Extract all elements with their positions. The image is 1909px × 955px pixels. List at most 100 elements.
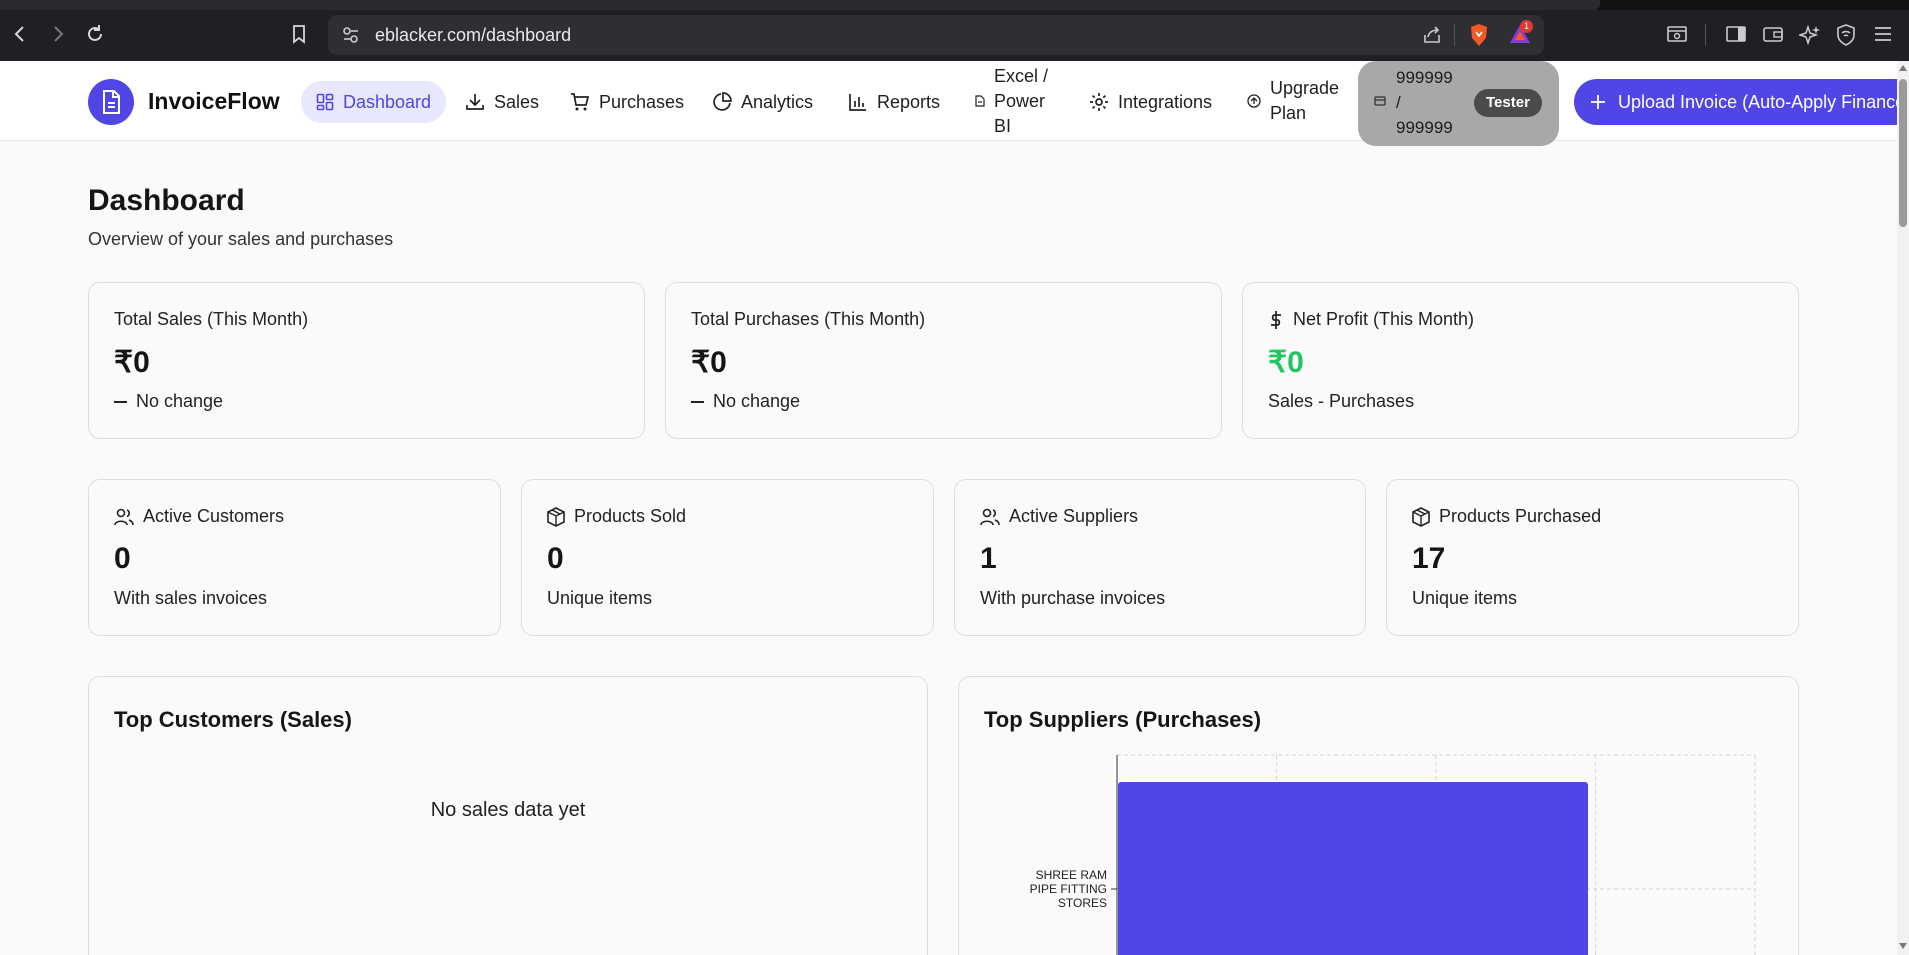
nav-label-line: Upgrade: [1270, 78, 1340, 98]
nav-reports[interactable]: Reports: [848, 81, 940, 123]
panel-title: Top Suppliers (Purchases): [984, 707, 1262, 732]
nav-purchases[interactable]: Purchases: [570, 81, 684, 123]
upgrade-icon: [1247, 94, 1261, 108]
reader-mode-icon[interactable]: [1666, 24, 1688, 49]
card-foot-text: No change: [136, 391, 224, 411]
brave-shields-icon[interactable]: [1468, 23, 1490, 52]
upload-invoice-label: Upload Invoice (Auto-Apply Finance: [1618, 91, 1906, 112]
nav-sales[interactable]: Sales: [465, 81, 539, 123]
active-customers-card: Active Customers 0 With sales invoices: [88, 479, 501, 636]
forward-icon[interactable]: [46, 22, 70, 46]
card-value: 0: [547, 542, 564, 575]
site-settings-icon[interactable]: [342, 26, 360, 49]
card-value: 0: [114, 542, 131, 575]
tab-strip: [0, 0, 1909, 10]
nav-label-line: Plan: [1270, 103, 1307, 123]
nav-analytics[interactable]: Analytics: [712, 81, 813, 123]
package-icon: [547, 506, 565, 527]
wallet-icon[interactable]: [1762, 24, 1784, 49]
card-foot-text: Unique items: [547, 588, 653, 608]
card-foot: Unique items: [547, 588, 652, 609]
card-foot: With purchase invoices: [980, 588, 1165, 609]
usage-quota[interactable]: 999999 / 999999 Tester: [1358, 61, 1559, 146]
role-badge: Tester: [1474, 89, 1542, 117]
products-purchased-card: Products Purchased 17 Unique items: [1386, 479, 1799, 636]
card-value: 17: [1412, 542, 1446, 575]
card-label: Total Purchases (This Month): [691, 309, 925, 330]
top-suppliers-panel: Top Suppliers (Purchases) SHREE RAM PIPE …: [958, 676, 1799, 955]
browser-tab[interactable]: [0, 0, 1600, 10]
url-text[interactable]: eblacker.com/dashboard: [375, 25, 571, 46]
empty-state-text: No sales data yet: [430, 799, 586, 821]
products-sold-card: Products Sold 0 Unique items: [521, 479, 934, 636]
divider: [1454, 24, 1455, 46]
quota-text: 999999 / 999999: [1396, 65, 1453, 140]
top-customers-panel: Top Customers (Sales) No sales data yet: [88, 676, 928, 955]
notification-badge: 1: [1520, 20, 1533, 33]
card-foot-text: With purchase invoices: [980, 588, 1166, 608]
cart-icon: [571, 93, 590, 111]
bar-chart-icon: [849, 94, 866, 111]
gear-icon: [1090, 93, 1108, 111]
card-foot-text: With sales invoices: [114, 588, 268, 608]
y-tick-label: STORES: [1058, 896, 1107, 910]
users-icon: [980, 508, 1000, 525]
card-label-text: Active Suppliers: [1009, 506, 1139, 526]
app-header: InvoiceFlow Dashboard Sales Purchases An…: [0, 61, 1909, 146]
leo-ai-icon[interactable]: [1797, 24, 1821, 51]
card-label: Active Customers: [114, 506, 284, 527]
back-icon[interactable]: [8, 22, 32, 46]
minus-icon: [691, 400, 704, 403]
card-label-text: Active Customers: [143, 506, 285, 526]
menu-icon[interactable]: [1872, 24, 1894, 49]
page-title: Dashboard: [88, 184, 245, 217]
card-value: 1: [980, 542, 997, 575]
card-foot: No change: [691, 391, 800, 412]
y-tick-label: PIPE FITTING: [1030, 882, 1107, 896]
quota-limit: 999999: [1396, 118, 1453, 137]
file-icon: [975, 95, 985, 107]
card-value: ₹0: [691, 346, 727, 379]
credit-card-icon: [1374, 96, 1386, 106]
nav-integrations[interactable]: Integrations: [1089, 81, 1212, 123]
card-label-text: Net Profit (This Month): [1293, 309, 1475, 329]
nav-excel-powerbi[interactable]: Excel / Power BI: [975, 63, 1048, 139]
card-label: Products Purchased: [1412, 506, 1601, 527]
card-foot: No change: [114, 391, 223, 412]
card-label-text: Products Sold: [574, 506, 687, 526]
card-value: ₹0: [1268, 346, 1304, 379]
nav-label: Excel / Power BI: [994, 64, 1048, 139]
card-label: Net Profit (This Month): [1268, 309, 1474, 330]
card-foot: Sales - Purchases: [1268, 391, 1414, 412]
address-bar[interactable]: eblacker.com/dashboard 1: [328, 15, 1544, 55]
reload-icon[interactable]: [83, 22, 107, 46]
sidebar-toggle-icon[interactable]: [1725, 24, 1747, 49]
card-label-text: Total Sales (This Month): [114, 309, 309, 329]
app-logo[interactable]: [88, 79, 134, 125]
nav-label: Sales: [494, 91, 540, 112]
nav-dashboard[interactable]: Dashboard: [301, 81, 447, 123]
scroll-down-icon[interactable]: [1899, 943, 1907, 949]
brand-name[interactable]: InvoiceFlow: [148, 88, 280, 115]
quota-separator: /: [1396, 93, 1401, 112]
active-suppliers-card: Active Suppliers 1 With purchase invoice…: [954, 479, 1366, 636]
card-foot-text: Sales - Purchases: [1268, 391, 1415, 411]
nav-upgrade-plan[interactable]: Upgrade Plan: [1247, 75, 1339, 127]
dollar-icon: [1271, 310, 1281, 329]
card-label: Products Sold: [547, 506, 686, 527]
page-scrollbar[interactable]: [1897, 61, 1909, 955]
bookmark-icon[interactable]: [287, 22, 311, 46]
scroll-up-icon[interactable]: [1899, 65, 1907, 71]
y-tick-label: SHREE RAM: [1036, 868, 1107, 882]
scrollbar-thumb[interactable]: [1899, 79, 1907, 227]
vpn-icon[interactable]: [1836, 24, 1856, 51]
total-purchases-card: Total Purchases (This Month) ₹0 No chang…: [665, 282, 1222, 439]
pie-chart-icon: [713, 92, 732, 111]
card-foot-text: Unique items: [1412, 588, 1518, 608]
nav-label: Integrations: [1118, 91, 1213, 112]
top-suppliers-chart: SHREE RAMPIPE FITTINGSTORES: [1030, 754, 1756, 955]
package-icon: [1412, 506, 1430, 527]
share-icon[interactable]: [1422, 25, 1442, 50]
upload-invoice-button[interactable]: Upload Invoice (Auto-Apply Finance: [1574, 79, 1909, 125]
card-label-text: Total Purchases (This Month): [691, 309, 926, 329]
